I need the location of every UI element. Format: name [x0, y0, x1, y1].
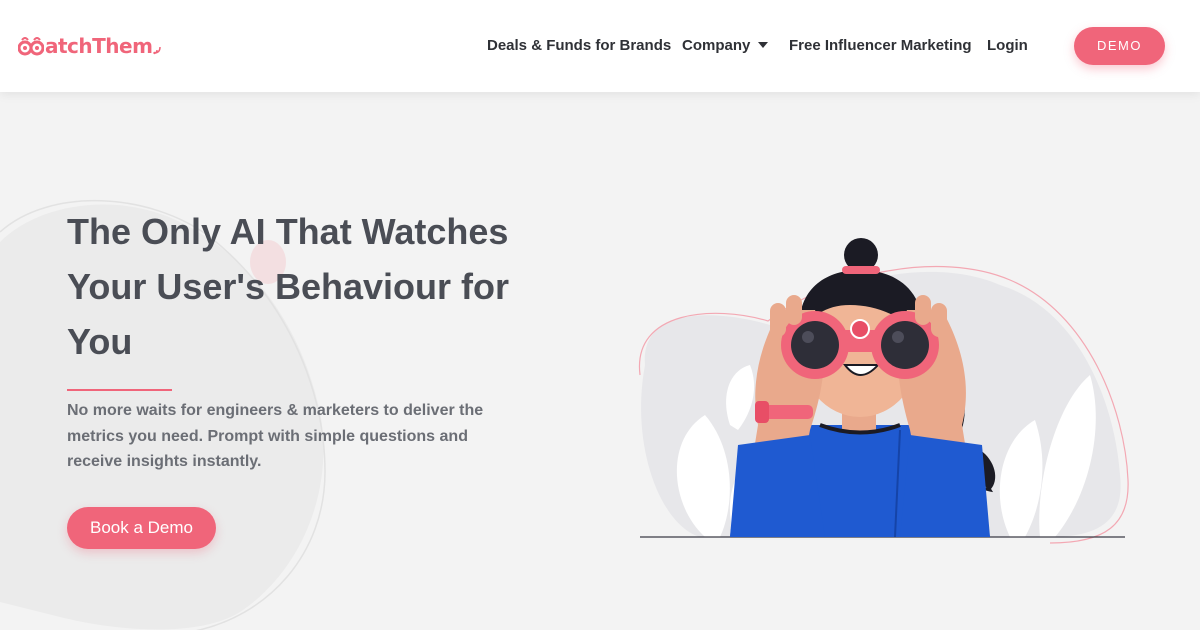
caret-down-icon [758, 42, 769, 48]
binoculars-woman-illustration [638, 238, 1129, 544]
main-nav: Deals & Funds for Brands Company Free In… [0, 34, 1200, 58]
hero-title: The Only AI That Watches Your User's Beh… [67, 204, 547, 369]
nav-company-label: Company [682, 37, 751, 54]
nav-company[interactable]: Company [682, 34, 769, 58]
hero-title-line-3: You [67, 321, 133, 362]
nav-free-influencer-marketing[interactable]: Free Influencer Marketing [789, 34, 972, 58]
hero-subtitle: No more waits for engineers & marketers … [67, 402, 484, 470]
demo-button[interactable]: DEMO [1074, 27, 1165, 65]
nav-deals-funds[interactable]: Deals & Funds for Brands [487, 34, 671, 58]
book-demo-button[interactable]: Book a Demo [67, 507, 216, 549]
hero-title-line-2: Your User's Behaviour for [67, 266, 510, 307]
nav-login[interactable]: Login [987, 34, 1028, 58]
title-divider [67, 389, 172, 391]
site-header: atchThem Deals & Funds for Brands Compan… [0, 0, 1200, 92]
hero-title-line-1: The Only AI That Watches [67, 211, 509, 252]
